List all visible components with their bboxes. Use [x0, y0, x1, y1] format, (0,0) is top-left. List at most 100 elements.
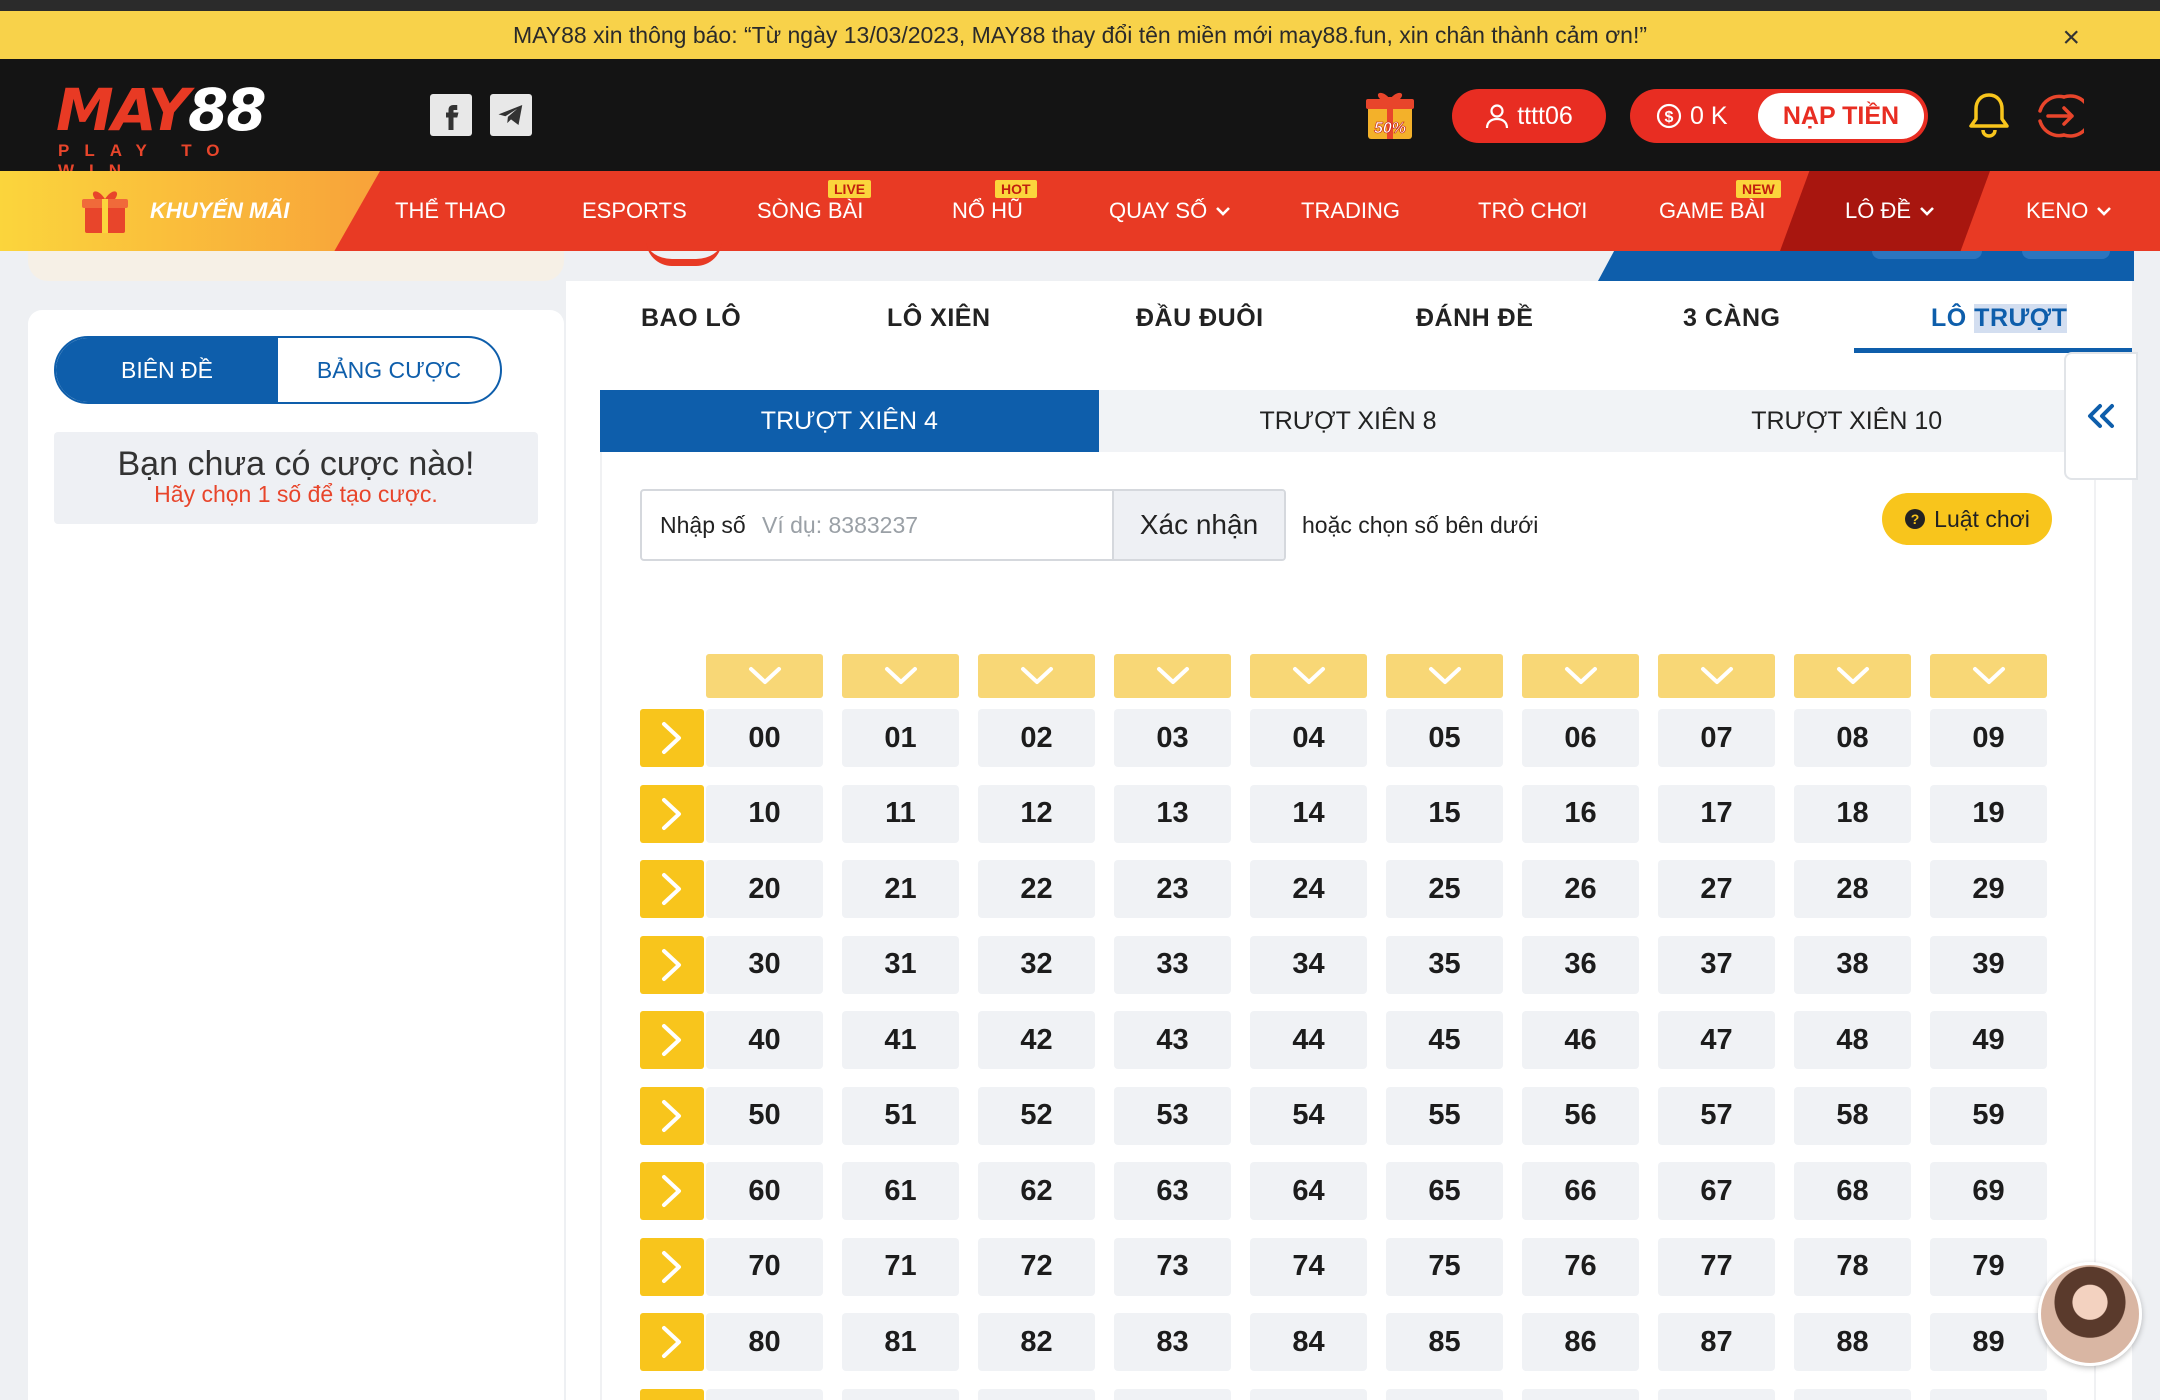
number-cell[interactable]: 13 — [1114, 784, 1231, 843]
number-cell[interactable]: 93 — [1114, 1388, 1231, 1400]
number-cell[interactable]: 78 — [1794, 1237, 1911, 1296]
number-cell[interactable]: 49 — [1930, 1011, 2047, 1069]
number-cell[interactable]: 53 — [1114, 1086, 1231, 1145]
select-row-9-button[interactable] — [640, 1388, 704, 1400]
number-cell[interactable]: 61 — [842, 1162, 959, 1220]
select-row-8-button[interactable] — [640, 1313, 704, 1371]
number-cell[interactable]: 15 — [1386, 784, 1503, 843]
number-cell[interactable]: 99 — [1930, 1388, 2047, 1400]
tab-lo-xien[interactable]: LÔ XIÊN — [887, 281, 991, 355]
number-cell[interactable]: 38 — [1794, 935, 1911, 994]
select-column-9-button[interactable] — [1930, 654, 2047, 698]
number-cell[interactable]: 80 — [706, 1313, 823, 1371]
number-cell[interactable]: 82 — [978, 1313, 1095, 1371]
subtab-truot-xien-4[interactable]: TRƯỢT XIÊN 4 — [600, 390, 1099, 452]
select-row-0-button[interactable] — [640, 709, 704, 767]
number-cell[interactable]: 28 — [1794, 860, 1911, 918]
number-cell[interactable]: 37 — [1658, 935, 1775, 994]
select-row-3-button[interactable] — [640, 935, 704, 994]
number-cell[interactable]: 81 — [842, 1313, 959, 1371]
number-cell[interactable]: 77 — [1658, 1237, 1775, 1296]
select-column-5-button[interactable] — [1386, 654, 1503, 698]
number-cell[interactable]: 64 — [1250, 1162, 1367, 1220]
number-cell[interactable]: 75 — [1386, 1237, 1503, 1296]
number-cell[interactable]: 25 — [1386, 860, 1503, 918]
tab-bao-lo[interactable]: BAO LÔ — [641, 281, 741, 355]
number-cell[interactable]: 73 — [1114, 1237, 1231, 1296]
tab-lo-truot[interactable]: LÔ TRƯỢT — [1931, 281, 2068, 355]
number-cell[interactable]: 11 — [842, 784, 959, 843]
number-cell[interactable]: 29 — [1930, 860, 2047, 918]
number-cell[interactable]: 18 — [1794, 784, 1911, 843]
number-cell[interactable]: 04 — [1250, 709, 1367, 767]
balance-display[interactable]: $ 0 K — [1630, 102, 1758, 131]
number-cell[interactable]: 58 — [1794, 1086, 1911, 1145]
number-cell[interactable]: 76 — [1522, 1237, 1639, 1296]
nav-item-lottery-draw[interactable]: QUAY SỐ — [1109, 171, 1231, 251]
number-cell[interactable]: 06 — [1522, 709, 1639, 767]
nav-item-lode[interactable]: LÔ ĐỀ — [1845, 171, 1935, 251]
number-cell[interactable]: 96 — [1522, 1388, 1639, 1400]
number-cell[interactable]: 79 — [1930, 1237, 2047, 1296]
confirm-button[interactable]: Xác nhận — [1112, 491, 1284, 559]
select-column-3-button[interactable] — [1114, 654, 1231, 698]
number-cell[interactable]: 56 — [1522, 1086, 1639, 1145]
number-cell[interactable]: 20 — [706, 860, 823, 918]
number-cell[interactable]: 35 — [1386, 935, 1503, 994]
number-cell[interactable]: 85 — [1386, 1313, 1503, 1371]
toggle-bang-cuoc[interactable]: BẢNG CƯỢC — [278, 338, 500, 402]
number-cell[interactable]: 16 — [1522, 784, 1639, 843]
number-cell[interactable]: 33 — [1114, 935, 1231, 994]
number-cell[interactable]: 47 — [1658, 1011, 1775, 1069]
select-column-7-button[interactable] — [1658, 654, 1775, 698]
number-cell[interactable]: 92 — [978, 1388, 1095, 1400]
number-cell[interactable]: 55 — [1386, 1086, 1503, 1145]
toggle-bien-de[interactable]: BIÊN ĐỀ — [56, 338, 278, 402]
number-cell[interactable]: 39 — [1930, 935, 2047, 994]
select-row-2-button[interactable] — [640, 860, 704, 918]
number-cell[interactable]: 54 — [1250, 1086, 1367, 1145]
number-cell[interactable]: 91 — [842, 1388, 959, 1400]
number-cell[interactable]: 51 — [842, 1086, 959, 1145]
number-cell[interactable]: 36 — [1522, 935, 1639, 994]
number-cell[interactable]: 84 — [1250, 1313, 1367, 1371]
number-cell[interactable]: 60 — [706, 1162, 823, 1220]
number-cell[interactable]: 74 — [1250, 1237, 1367, 1296]
number-cell[interactable]: 44 — [1250, 1011, 1367, 1069]
select-column-6-button[interactable] — [1522, 654, 1639, 698]
number-cell[interactable]: 67 — [1658, 1162, 1775, 1220]
number-cell[interactable]: 95 — [1386, 1388, 1503, 1400]
number-cell[interactable]: 03 — [1114, 709, 1231, 767]
number-cell[interactable]: 42 — [978, 1011, 1095, 1069]
select-row-6-button[interactable] — [640, 1162, 704, 1220]
logo[interactable]: MAY88 PLAY TO WIN — [56, 81, 312, 180]
select-column-2-button[interactable] — [978, 654, 1095, 698]
number-cell[interactable]: 97 — [1658, 1388, 1775, 1400]
number-cell[interactable]: 41 — [842, 1011, 959, 1069]
number-cell[interactable]: 70 — [706, 1237, 823, 1296]
close-icon[interactable]: × — [2062, 21, 2080, 55]
number-cell[interactable]: 48 — [1794, 1011, 1911, 1069]
bell-icon[interactable] — [1966, 91, 2012, 144]
number-cell[interactable]: 46 — [1522, 1011, 1639, 1069]
select-row-7-button[interactable] — [640, 1237, 704, 1296]
number-cell[interactable]: 01 — [842, 709, 959, 767]
collapse-panel-button[interactable] — [2064, 352, 2138, 480]
number-cell[interactable]: 05 — [1386, 709, 1503, 767]
number-cell[interactable]: 09 — [1930, 709, 2047, 767]
nav-item-esports[interactable]: ESPORTS — [582, 171, 687, 251]
number-cell[interactable]: 83 — [1114, 1313, 1231, 1371]
number-cell[interactable]: 87 — [1658, 1313, 1775, 1371]
number-cell[interactable]: 40 — [706, 1011, 823, 1069]
number-cell[interactable]: 23 — [1114, 860, 1231, 918]
number-cell[interactable]: 30 — [706, 935, 823, 994]
logout-icon[interactable] — [2034, 91, 2092, 146]
tab-dau-duoi[interactable]: ĐẦU ĐUÔI — [1136, 281, 1264, 355]
user-account-button[interactable]: tttt06 — [1452, 89, 1606, 143]
nav-item-sports[interactable]: THỂ THAO — [395, 171, 506, 251]
number-cell[interactable]: 65 — [1386, 1162, 1503, 1220]
number-cell[interactable]: 90 — [706, 1388, 823, 1400]
number-cell[interactable]: 26 — [1522, 860, 1639, 918]
select-column-8-button[interactable] — [1794, 654, 1911, 698]
number-cell[interactable]: 94 — [1250, 1388, 1367, 1400]
